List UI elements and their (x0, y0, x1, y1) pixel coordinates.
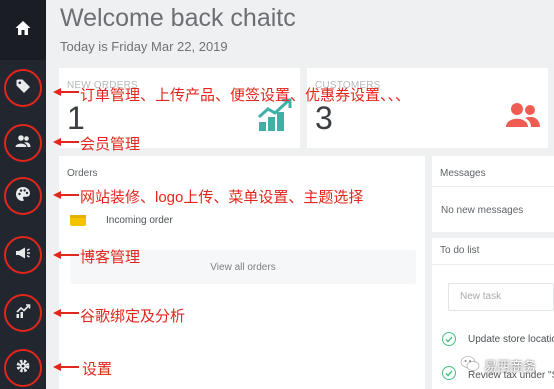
annotation-design: 网站装修、logo上传、菜单设置、主题选择 (80, 189, 364, 206)
sidebar-item-design[interactable] (4, 177, 42, 215)
customers-card[interactable]: CUSTOMERS 3 (307, 68, 548, 148)
users-icon (505, 102, 541, 133)
new-orders-count: 1 (67, 100, 85, 136)
gear-icon (15, 358, 31, 379)
annotation-products: 订单管理、上传产品、便签设置、优惠券设置、、、 (80, 87, 411, 104)
sidebar (0, 0, 46, 389)
todo-title: To do list (440, 245, 480, 256)
annotation-customers: 会员管理 (80, 136, 141, 153)
home-button[interactable] (0, 0, 46, 60)
annotation-arrow (53, 363, 79, 371)
order-item[interactable]: Incoming order (106, 215, 173, 226)
wechat-icon (460, 355, 480, 376)
todo-item-0[interactable]: Update store locatio (468, 334, 554, 345)
sidebar-item-blog[interactable] (4, 236, 42, 274)
palette-icon (15, 186, 31, 207)
check-icon[interactable] (442, 332, 456, 346)
annotation-arrow (53, 309, 79, 317)
annotation-arrow (53, 191, 79, 199)
messages-empty: No new messages (441, 205, 524, 216)
annotation-settings: 设置 (82, 361, 113, 378)
orders-title: Orders (67, 168, 98, 179)
check-icon[interactable] (442, 366, 456, 380)
watermark-text: 易西商务 (484, 358, 537, 374)
annotation-analytics: 谷歌绑定及分析 (80, 308, 186, 325)
watermark: 易西商务 (460, 352, 554, 378)
annotation-arrow (53, 138, 79, 146)
annotation-arrow (53, 251, 79, 259)
todo-divider (432, 264, 554, 265)
messages-title: Messages (440, 168, 486, 179)
users-icon (15, 134, 31, 153)
megaphone-icon (15, 246, 31, 265)
tag-icon (15, 78, 31, 99)
order-icon (70, 213, 86, 231)
sidebar-item-analytics[interactable] (4, 294, 42, 332)
analytics-icon (15, 303, 31, 324)
sidebar-item-customers[interactable] (4, 124, 42, 162)
page-title: Welcome back chaitc (60, 4, 296, 32)
sidebar-item-products[interactable] (4, 69, 42, 107)
home-icon (14, 19, 32, 42)
messages-divider (432, 186, 554, 187)
annotation-arrow (53, 88, 79, 96)
page-date: Today is Friday Mar 22, 2019 (60, 39, 228, 54)
messages-panel: Messages No new messages (432, 156, 554, 232)
customers-count: 3 (315, 100, 333, 136)
annotation-blog: 博客管理 (80, 249, 141, 266)
sidebar-item-settings[interactable] (4, 349, 42, 387)
new-task-input[interactable]: New task (448, 283, 554, 311)
